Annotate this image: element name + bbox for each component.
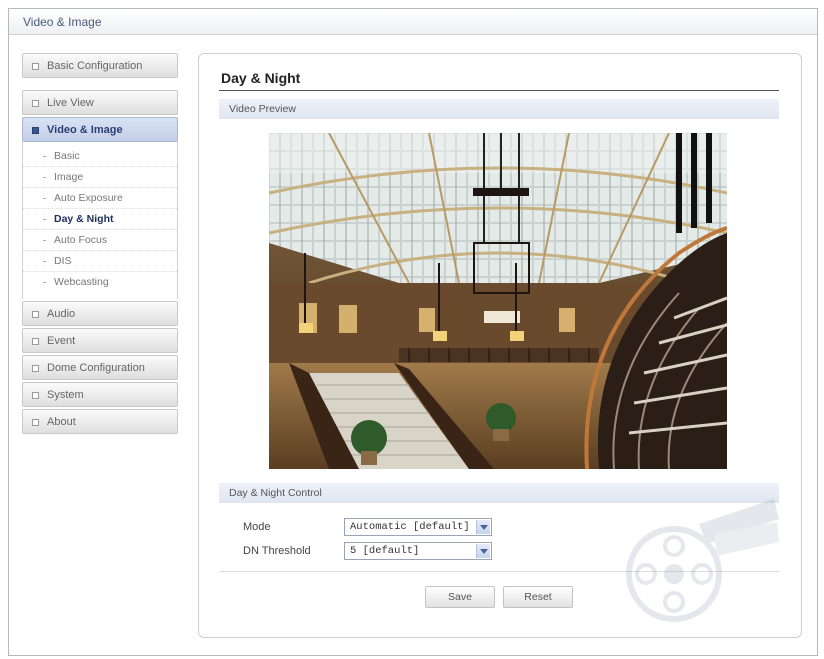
sidebar-item-label: Live View [47, 97, 94, 109]
dash-icon [43, 198, 46, 199]
square-bullet-icon [32, 63, 39, 70]
subnav-item-auto-focus[interactable]: Auto Focus [23, 230, 177, 251]
video-image-submenu: Basic Image Auto Exposure Day & Night Au… [22, 142, 178, 299]
sidebar-item-dome-configuration[interactable]: Dome Configuration [22, 355, 178, 380]
square-bullet-icon [32, 419, 39, 426]
dash-icon [43, 156, 46, 157]
window-title: Video & Image [9, 9, 817, 35]
subnav-label: Image [54, 171, 84, 183]
square-bullet-icon [32, 392, 39, 399]
dash-icon [43, 282, 46, 283]
sidebar-item-system[interactable]: System [22, 382, 178, 407]
film-reel-watermark-icon [626, 499, 779, 622]
square-bullet-icon [32, 100, 39, 107]
mode-select-value: Automatic [default] [350, 521, 470, 533]
page-title: Day & Night [221, 70, 301, 86]
dash-icon [43, 261, 46, 262]
mode-label: Mode [243, 521, 271, 533]
chevron-down-icon[interactable] [476, 544, 490, 558]
sidebar-item-video-image[interactable]: Video & Image [22, 117, 178, 142]
sidebar-item-basic-configuration[interactable]: Basic Configuration [22, 53, 178, 78]
sidebar-item-label: Basic Configuration [47, 60, 143, 72]
chevron-down-icon[interactable] [476, 520, 490, 534]
square-bullet-icon [32, 365, 39, 372]
sidebar-item-live-view[interactable]: Live View [22, 90, 178, 115]
square-bullet-icon [32, 311, 39, 318]
sidebar-item-label: About [47, 416, 76, 428]
square-bullet-icon [32, 338, 39, 345]
sidebar-item-label: Video & Image [47, 124, 123, 136]
subnav-label: Webcasting [54, 276, 109, 288]
reset-button[interactable]: Reset [503, 586, 573, 608]
square-bullet-icon [32, 127, 39, 134]
subnav-label: Day & Night [54, 213, 114, 225]
sidebar-item-label: Audio [47, 308, 76, 320]
sidebar-item-label: Event [47, 335, 76, 347]
title-divider [219, 90, 779, 91]
mode-select[interactable]: Automatic [default] [344, 518, 492, 536]
sidebar: Basic Configuration Live View Video & Im… [22, 53, 178, 436]
section-header-video-preview: Video Preview [219, 99, 779, 119]
dn-threshold-select[interactable]: 5 [default] [344, 542, 492, 560]
subnav-label: Auto Exposure [54, 192, 123, 204]
sidebar-item-event[interactable]: Event [22, 328, 178, 353]
subnav-label: DIS [54, 255, 72, 267]
sidebar-item-label: System [47, 389, 84, 401]
subnav-item-auto-exposure[interactable]: Auto Exposure [23, 188, 177, 209]
subnav-item-image[interactable]: Image [23, 167, 177, 188]
save-button[interactable]: Save [425, 586, 495, 608]
subnav-item-dis[interactable]: DIS [23, 251, 177, 272]
sidebar-item-label: Dome Configuration [47, 362, 145, 374]
subnav-item-basic[interactable]: Basic [23, 146, 177, 167]
subnav-label: Auto Focus [54, 234, 108, 246]
dn-threshold-label: DN Threshold [243, 545, 311, 557]
sidebar-item-audio[interactable]: Audio [22, 301, 178, 326]
sidebar-item-about[interactable]: About [22, 409, 178, 434]
dash-icon [43, 240, 46, 241]
dash-icon [43, 177, 46, 178]
subnav-item-day-night[interactable]: Day & Night [23, 209, 177, 230]
dash-icon [43, 219, 46, 220]
subnav-item-webcasting[interactable]: Webcasting [23, 272, 177, 293]
video-preview [269, 133, 727, 469]
subnav-label: Basic [54, 150, 80, 162]
dn-threshold-select-value: 5 [default] [350, 545, 420, 557]
content-panel: Day & Night Video Preview Day & Night Co… [198, 53, 802, 638]
atrium-scene-image [269, 133, 727, 469]
